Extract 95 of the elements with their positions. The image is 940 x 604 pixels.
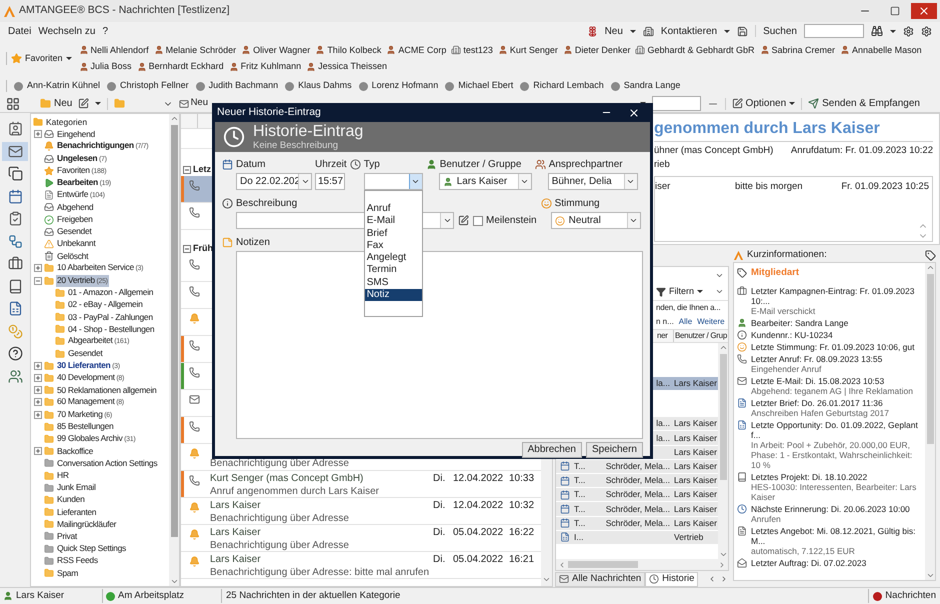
table-cell: T... [574,489,586,500]
info-title: Letztes Projekt: Di. 18.10.2022 [751,472,868,482]
table-cell-text: Lars Kaiser [673,432,717,444]
status-presence: Am Arbeitsplatz [118,588,184,603]
message-subject: Benachrichtigung über Adresse [210,540,350,552]
info-title: Kundennr.: KU-10234 [751,330,833,340]
table-cell: T... [574,504,586,514]
member-type: Mitgliedart [751,268,800,278]
info-detail: Anrufen [751,514,782,524]
group-header: Früh [193,242,213,256]
category-line: rieb [654,158,671,172]
info-title: Letzte Opportunity: Do. 01.09.2022, Geplant f... [751,420,919,440]
status-messages: Nachrichten [885,588,936,603]
info-detail: Abgehend: teganem AG | Ihre Reklamation [751,386,913,396]
status-user: Lars Kaiser [16,588,64,603]
table-cell: T... [574,475,586,486]
message-subject: Benachrichtigung über Adresse [210,513,350,525]
info-detail: E-Mail verschickt [751,306,816,316]
table-cell-text: Lars Kaiser [673,446,717,459]
date: 12.04.2022 [453,473,504,485]
info-title: Letzte Stimmung: Fr. 01.09.2023 10:06, gut [751,342,914,352]
info-detail: HES-10030: Interessenten, Bearbeiter: Lars Kaiser [751,482,918,502]
info-title: Letzter Kampagnen-Eintrag: Fr. 01.09.2023 10:... [751,286,916,306]
table-cell-text: Schröder, Mela... [606,502,671,516]
date: 05.04.2022 [453,554,504,566]
time: 10:33 [509,473,536,485]
field-label: Datum [236,158,266,172]
sender: Kurt Senger (mas Concept GmbH) [210,473,364,485]
header-subtitle: Keine Beschreibung [253,140,340,150]
info-title: Letztes Angebot: Mi. 08.12.2021, Gültig bis: M... [751,526,916,546]
day: Di. [433,500,453,512]
dialog-title: Neuer Historie-Eintrag [217,104,322,120]
note-cell-text: iser [655,180,672,194]
table-cell-text: Lars Kaiser [673,460,717,473]
table-cell-text: Schröder, Mela... [606,516,671,530]
time: 16:21 [509,554,536,566]
call-date: Anrufdatum: Fr. 01.09.2023 10:22 [790,144,933,158]
group-header: Letz [193,163,211,176]
table-cell-text: la... [656,417,671,430]
table-cell-text: Lars Kaiser [673,488,717,502]
day: Di. [433,554,453,566]
date: 05.04.2022 [453,527,504,539]
field-label: Benutzer / Gruppe [440,158,522,172]
day: Di. [433,473,453,485]
field-label: Uhrzeit [315,158,347,172]
table-cell-text: Schröder, Mela... [606,488,671,502]
table-cell-text: la... [656,377,671,390]
message-subject: Benachrichtigung über Adresse: bitte mal anrufen [210,567,430,579]
table-cell-text: Vertrieb [673,530,704,544]
message-subject: Anruf angenommen durch Lars Kaiser [210,486,380,498]
sender: Lars Kaiser [210,554,261,566]
table-cell-text: Lars Kaiser [673,474,717,487]
info-title: Letzter Brief: Do. 26.01.2017 11:36 [751,398,884,408]
field-label: Notizen [236,236,270,250]
message-title: genommen durch Lars Kaiser [654,119,881,139]
sender: Lars Kaiser [210,500,261,512]
info-detail: Anschreiben Hafen Geburtstag 2017 [751,408,889,418]
note-cell-text: Fr. 01.09.2023 10:25 [841,180,929,194]
window-title: AMTANGEE® BCS - Nachrichten [Testlizenz] [19,3,231,18]
status-text: 25 Nachrichten in der aktuellen Kategorie [226,590,400,601]
table-cell-text: Schröder, Mela... [606,460,671,473]
table-cell-text: Lars Kaiser [673,502,717,516]
header-title: Historie-Eintrag [253,124,364,140]
checkbox-label: Meilenstein [486,214,537,228]
info-detail: In Arbeit: Pool + Zubehör, 20.000,00 EUR, Phase: 1 - Erstkontakt, Wahrscheinlichkeit: 10 % [751,440,914,470]
info-title: Nächste Erinnerung: Di. 20.06.2023 10:00 [751,504,910,514]
time: 10:32 [509,500,536,512]
message-subject: Benachrichtigung über Adresse [210,458,350,470]
sender: Lars Kaiser [210,527,261,539]
search-label: Suchen [763,24,797,38]
info-title: Letzter Auftrag: Di. 07.02.2023 [751,558,866,568]
table-cell-text: Schröder, Mela... [606,474,671,487]
field-label: Typ [364,158,380,172]
day: Di. [433,527,453,539]
info-title: Letzte E-Mail: Di. 15.08.2023 10:53 [751,376,886,386]
table-cell-text: Lars Kaiser [673,516,717,530]
sender-line: ühner (mas Concept GmbH) [654,144,774,158]
table-cell-text: la... [656,432,671,444]
table-cell-text: Lars Kaiser [673,377,717,390]
field-label: Ansprechpartner [548,158,623,172]
table-cell-text: Lars Kaiser [673,417,717,430]
table-cell: T... [574,460,586,471]
info-detail: automatisch, 7.122,15 EUR [751,546,856,556]
table-cell: I... [574,532,584,542]
info-title: Bearbeiter: Sandra Lange [751,318,848,328]
info-detail: Eingehender Anruf [751,364,822,374]
panel-title: Kurzinformationen: [747,248,828,262]
table-cell: T... [574,518,586,528]
note-cell-text: bitte bis morgen [735,180,804,194]
info-title: Letzter Anruf: Fr. 08.09.2023 13:55 [751,354,882,364]
date: 12.04.2022 [453,500,504,512]
hint-text: nden, die Ihnen a... [656,303,721,312]
field-label: Stimmung [554,196,600,210]
time: 16:22 [509,527,536,539]
field-label: Beschreibung [236,196,298,210]
